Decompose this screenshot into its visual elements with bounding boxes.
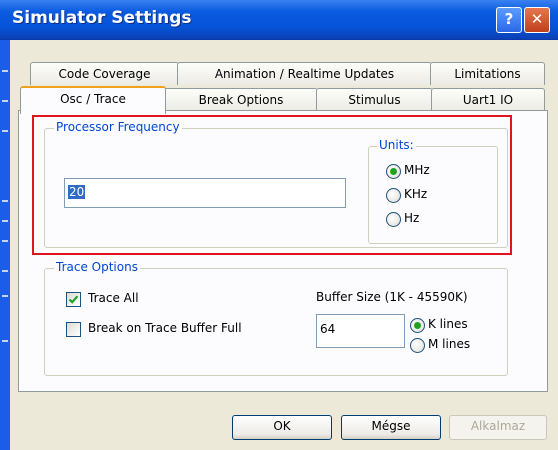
cancel-button-label: Mégse	[371, 419, 411, 433]
checkmark-icon	[68, 295, 79, 304]
tab-code-coverage[interactable]: Code Coverage	[30, 62, 179, 85]
trace-all-label: Trace All	[88, 291, 139, 305]
tab-label: Uart1 IO	[462, 93, 514, 107]
tab-stimulus[interactable]: Stimulus	[316, 88, 433, 111]
break-on-buffer-full-checkbox[interactable]	[66, 322, 81, 337]
tab-uart1-io[interactable]: Uart1 IO	[431, 88, 545, 111]
title-bar[interactable]: Simulator Settings ? ✕	[0, 0, 558, 40]
tab-label: Stimulus	[348, 93, 401, 107]
apply-button-label: Alkalmaz	[470, 419, 526, 433]
cancel-button[interactable]: Mégse	[341, 415, 441, 440]
buffer-size-label: Buffer Size (1K - 45590K)	[316, 290, 468, 304]
window-title: Simulator Settings	[12, 8, 192, 28]
trace-all-checkbox[interactable]	[66, 292, 81, 307]
highlight-box	[32, 115, 512, 255]
trace-options-label: Trace Options	[54, 260, 140, 274]
tab-label: Limitations	[454, 67, 521, 81]
close-button[interactable]: ✕	[524, 7, 550, 33]
ok-button-label: OK	[273, 419, 291, 433]
tab-label: Break Options	[198, 93, 284, 107]
apply-button[interactable]: Alkalmaz	[449, 415, 547, 440]
background-window-edge	[0, 40, 10, 450]
tab-label: Code Coverage	[58, 67, 151, 81]
close-icon: ✕	[530, 10, 544, 28]
radio-selected-dot	[414, 322, 421, 329]
help-button[interactable]: ?	[496, 7, 522, 33]
help-icon: ?	[504, 10, 514, 28]
tab-label: Animation / Realtime Updates	[214, 67, 395, 81]
buffer-klines-label: K lines	[428, 317, 468, 331]
buffer-size-value: 64	[320, 322, 336, 336]
buffer-size-input[interactable]: 64	[316, 314, 405, 348]
buffer-mlines-radio[interactable]	[410, 338, 425, 353]
tab-limitations[interactable]: Limitations	[430, 62, 545, 85]
ok-button[interactable]: OK	[232, 415, 332, 440]
tab-animation-realtime-updates[interactable]: Animation / Realtime Updates	[177, 62, 432, 85]
buffer-mlines-label: M lines	[428, 337, 471, 351]
tab-osc-trace[interactable]: Osc / Trace	[20, 86, 166, 114]
buffer-klines-radio[interactable]	[410, 318, 425, 333]
tab-label: Osc / Trace	[60, 92, 126, 106]
break-on-buffer-full-label: Break on Trace Buffer Full	[88, 321, 242, 335]
tab-break-options[interactable]: Break Options	[164, 88, 318, 111]
